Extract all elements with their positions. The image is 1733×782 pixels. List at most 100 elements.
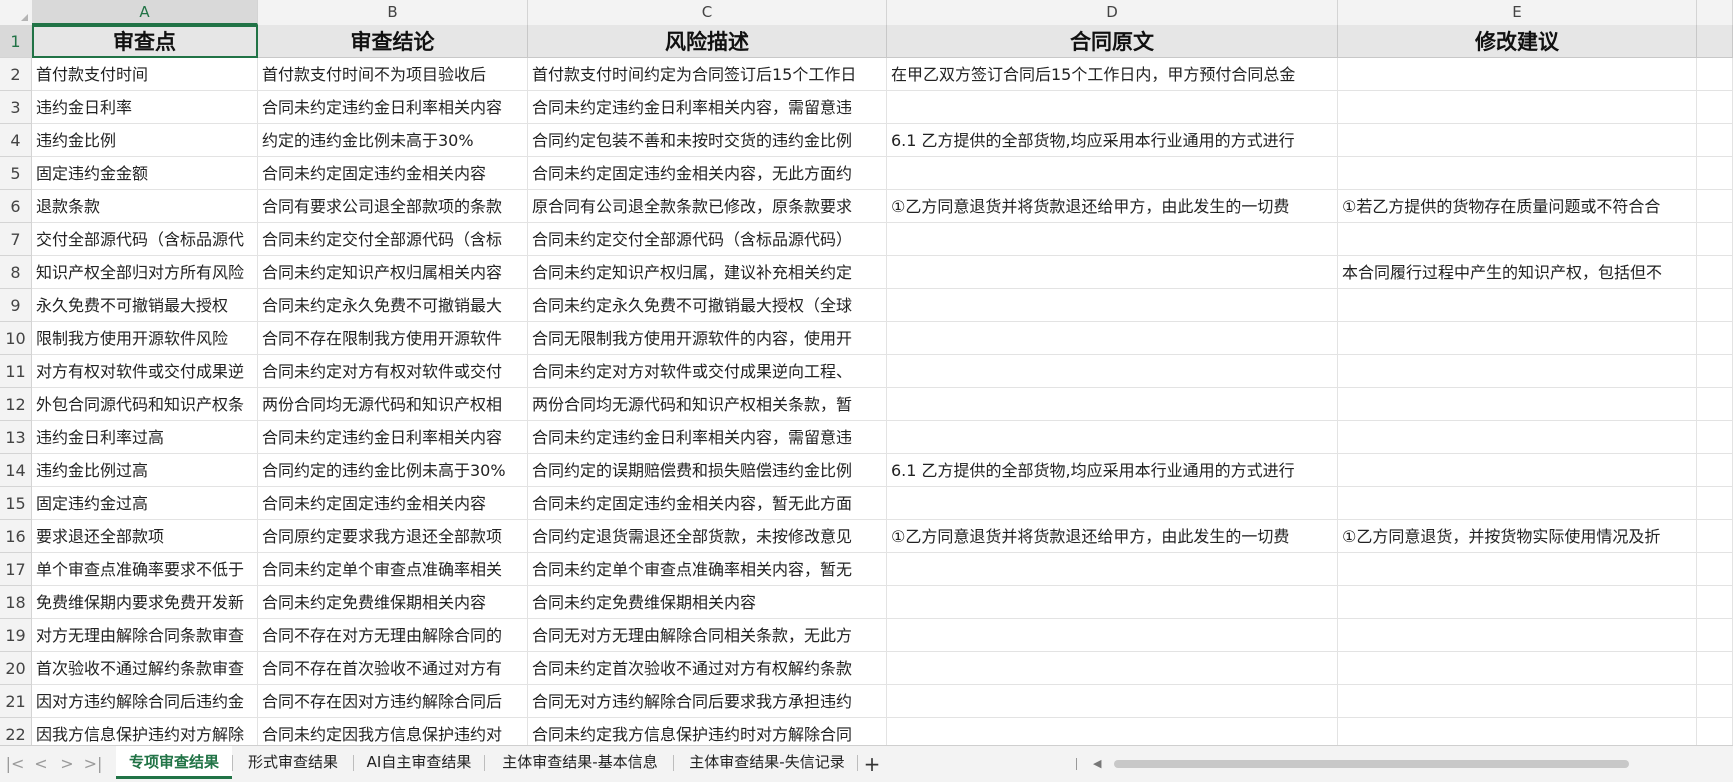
table-cell-empty[interactable]: [1697, 685, 1733, 718]
table-cell-empty[interactable]: [1697, 157, 1733, 190]
table-cell-empty[interactable]: [1697, 553, 1733, 586]
table-cell-c[interactable]: 合同未约定对方对软件或交付成果逆向工程、: [528, 355, 887, 388]
row-header[interactable]: 15: [0, 487, 32, 520]
table-cell-e[interactable]: [1338, 355, 1697, 388]
prev-sheet-icon[interactable]: <: [28, 746, 54, 782]
row-header[interactable]: 20: [0, 652, 32, 685]
horizontal-scrollbar-thumb[interactable]: [1114, 760, 1629, 768]
table-cell-a[interactable]: 因我方信息保护违约对方解除: [32, 718, 258, 745]
table-cell-d[interactable]: 在甲乙双方签订合同后15个工作日内，甲方预付合同总金: [887, 58, 1338, 91]
table-cell-d[interactable]: [887, 223, 1338, 256]
table-cell-a[interactable]: 退款条款: [32, 190, 258, 223]
table-cell-e[interactable]: [1338, 322, 1697, 355]
table-cell-a[interactable]: 对方无理由解除合同条款审查: [32, 619, 258, 652]
header-cell-b[interactable]: 审查结论: [258, 25, 528, 58]
table-cell-b[interactable]: 合同未约定永久免费不可撤销最大: [258, 289, 528, 322]
table-cell-c[interactable]: 两份合同均无源代码和知识产权相关条款，暂: [528, 388, 887, 421]
table-cell-empty[interactable]: [1697, 388, 1733, 421]
table-cell-c[interactable]: 合同未约定免费维保期相关内容: [528, 586, 887, 619]
table-cell-d[interactable]: [887, 421, 1338, 454]
row-header[interactable]: 14: [0, 454, 32, 487]
table-cell-e[interactable]: [1338, 124, 1697, 157]
table-cell-b[interactable]: 合同不存在对方无理由解除合同的: [258, 619, 528, 652]
table-cell-empty[interactable]: [1697, 520, 1733, 553]
table-cell-empty[interactable]: [1697, 58, 1733, 91]
table-cell-a[interactable]: 固定违约金金额: [32, 157, 258, 190]
table-cell-b[interactable]: 两份合同均无源代码和知识产权相: [258, 388, 528, 421]
table-cell-c[interactable]: 合同未约定交付全部源代码（含标品源代码）: [528, 223, 887, 256]
table-cell-d[interactable]: [887, 619, 1338, 652]
header-cell-a[interactable]: 审查点: [32, 25, 258, 58]
row-header[interactable]: 10: [0, 322, 32, 355]
table-cell-a[interactable]: 违约金比例过高: [32, 454, 258, 487]
row-header[interactable]: 6: [0, 190, 32, 223]
table-cell-b[interactable]: 合同不存在因对方违约解除合同后: [258, 685, 528, 718]
table-cell-c[interactable]: 合同未约定固定违约金相关内容，暂无此方面: [528, 487, 887, 520]
table-cell-empty[interactable]: [1697, 586, 1733, 619]
table-cell-d[interactable]: [887, 289, 1338, 322]
table-cell-c[interactable]: 合同未约定永久免费不可撤销最大授权（全球: [528, 289, 887, 322]
row-header[interactable]: 21: [0, 685, 32, 718]
table-cell-c[interactable]: 合同无限制我方使用开源软件的内容，使用开: [528, 322, 887, 355]
table-cell-e[interactable]: [1338, 553, 1697, 586]
table-cell-e[interactable]: [1338, 454, 1697, 487]
table-cell-a[interactable]: 交付全部源代码（含标品源代: [32, 223, 258, 256]
row-header[interactable]: 18: [0, 586, 32, 619]
table-cell-empty[interactable]: [1697, 190, 1733, 223]
column-header-e[interactable]: E: [1338, 0, 1697, 25]
table-cell-empty[interactable]: [1697, 487, 1733, 520]
table-cell-empty[interactable]: [1697, 91, 1733, 124]
spreadsheet-grid[interactable]: ABCDE 1 审查点 审查结论 风险描述 合同原文 修改建议 2 首付款支付时间 首付款支付时…: [0, 0, 1733, 745]
table-cell-c[interactable]: 合同约定退货需退还全部货款，未按修改意见: [528, 520, 887, 553]
row-header[interactable]: 7: [0, 223, 32, 256]
select-all-corner[interactable]: [0, 0, 33, 25]
table-cell-e[interactable]: 本合同履行过程中产生的知识产权，包括但不: [1338, 256, 1697, 289]
tab-entity-basic-info[interactable]: 主体审查结果-基本信息: [488, 746, 672, 778]
table-cell-d[interactable]: [887, 322, 1338, 355]
tab-special-review[interactable]: 专项审查结果: [116, 746, 232, 779]
table-cell-b[interactable]: 合同未约定单个审查点准确率相关: [258, 553, 528, 586]
row-header[interactable]: 12: [0, 388, 32, 421]
row-header[interactable]: 8: [0, 256, 32, 289]
table-cell-e[interactable]: [1338, 157, 1697, 190]
table-cell-c[interactable]: 合同未约定单个审查点准确率相关内容，暂无: [528, 553, 887, 586]
row-header[interactable]: 3: [0, 91, 32, 124]
table-cell-b[interactable]: 合同不存在首次验收不通过对方有: [258, 652, 528, 685]
column-header-d[interactable]: D: [887, 0, 1338, 25]
table-cell-a[interactable]: 对方有权对软件或交付成果逆: [32, 355, 258, 388]
table-cell-c[interactable]: 合同未约定首次验收不通过对方有权解约条款: [528, 652, 887, 685]
table-cell-e[interactable]: [1338, 619, 1697, 652]
table-cell-a[interactable]: 固定违约金过高: [32, 487, 258, 520]
table-cell-e[interactable]: [1338, 487, 1697, 520]
table-cell-empty[interactable]: [1697, 124, 1733, 157]
row-header[interactable]: 2: [0, 58, 32, 91]
table-cell-a[interactable]: 首次验收不通过解约条款审查: [32, 652, 258, 685]
table-cell-a[interactable]: 单个审查点准确率要求不低于: [32, 553, 258, 586]
table-cell-e[interactable]: ①乙方同意退货，并按货物实际使用情况及折: [1338, 520, 1697, 553]
table-cell-a[interactable]: 因对方违约解除合同后违约金: [32, 685, 258, 718]
table-cell-d[interactable]: 6.1 乙方提供的全部货物,均应采用本行业通用的方式进行: [887, 454, 1338, 487]
table-cell-d[interactable]: [887, 553, 1338, 586]
table-cell-d[interactable]: ①乙方同意退货并将货款退还给甲方，由此发生的一切费: [887, 190, 1338, 223]
row-header[interactable]: 5: [0, 157, 32, 190]
table-cell-d[interactable]: [887, 685, 1338, 718]
table-cell-e[interactable]: [1338, 388, 1697, 421]
table-cell-a[interactable]: 违约金比例: [32, 124, 258, 157]
column-header-b[interactable]: B: [258, 0, 528, 25]
table-cell-b[interactable]: 首付款支付时间不为项目验收后: [258, 58, 528, 91]
table-cell-a[interactable]: 限制我方使用开源软件风险: [32, 322, 258, 355]
table-cell-a[interactable]: 违约金日利率: [32, 91, 258, 124]
table-cell-empty[interactable]: [1697, 652, 1733, 685]
table-cell-b[interactable]: 合同未约定固定违约金相关内容: [258, 487, 528, 520]
table-cell-c[interactable]: 合同无对方无理由解除合同相关条款，无此方: [528, 619, 887, 652]
column-header-c[interactable]: C: [528, 0, 887, 25]
tab-ai-review[interactable]: AI自主审查结果: [357, 746, 481, 778]
table-cell-b[interactable]: 合同未约定因我方信息保护违约对: [258, 718, 528, 745]
table-cell-empty[interactable]: [1697, 223, 1733, 256]
table-cell-a[interactable]: 违约金日利率过高: [32, 421, 258, 454]
table-cell-c[interactable]: 合同约定的误期赔偿费和损失赔偿违约金比例: [528, 454, 887, 487]
table-cell-d[interactable]: [887, 91, 1338, 124]
add-sheet-button[interactable]: +: [860, 746, 884, 782]
table-cell-a[interactable]: 首付款支付时间: [32, 58, 258, 91]
table-cell-a[interactable]: 知识产权全部归对方所有风险: [32, 256, 258, 289]
